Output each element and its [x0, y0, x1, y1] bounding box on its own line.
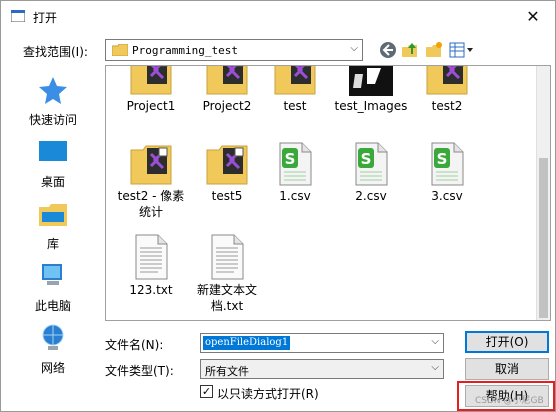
file-item[interactable]: test2 [408, 66, 486, 114]
place-quick-access[interactable]: 快速访问 [1, 71, 105, 133]
places-bar: 快速访问 桌面 库 此电脑 网络 [1, 65, 105, 411]
filename-label: 文件名(N): [105, 338, 164, 352]
file-item[interactable]: Project1 [112, 66, 190, 114]
star-icon [39, 77, 67, 104]
file-item[interactable]: 新建文本文档.txt [188, 234, 266, 314]
folder-icon [112, 44, 128, 56]
place-label: 快速访问 [28, 113, 77, 127]
place-label: 库 [46, 237, 59, 251]
file-name: test [283, 99, 307, 113]
open-button[interactable]: 打开(O) [465, 331, 549, 353]
library-icon [39, 204, 67, 226]
file-name: 3.csv [431, 189, 463, 203]
watermark: CSDN @小尼GB [475, 396, 544, 406]
place-computer[interactable]: 此电脑 [1, 257, 105, 319]
dialog-title: 打开 [33, 11, 58, 25]
vs-project-folder-icon [206, 145, 248, 185]
new-folder-icon[interactable] [425, 41, 443, 59]
file-name: test_Images [334, 99, 408, 113]
file-name: test2 - 像素统计 [117, 189, 185, 219]
file-item[interactable]: S 1.csv [256, 142, 334, 204]
app-icon [11, 10, 25, 22]
vs-project-folder-icon [130, 66, 172, 95]
file-name: 123.txt [129, 283, 173, 297]
place-library[interactable]: 库 [1, 195, 105, 257]
file-item[interactable]: test2 - 像素统计 [112, 142, 190, 220]
file-item[interactable]: test [256, 66, 334, 114]
back-icon[interactable] [379, 41, 397, 59]
place-label: 网络 [40, 361, 65, 375]
place-desktop[interactable]: 桌面 [1, 133, 105, 195]
lookin-value: Programming_test [132, 44, 238, 57]
view-menu-icon[interactable] [449, 41, 475, 59]
place-network[interactable]: 网络 [1, 319, 105, 381]
readonly-checkbox[interactable]: ✓ [200, 385, 213, 398]
chevron-down-icon[interactable]: ⌵ [431, 336, 439, 347]
image-folder-icon [349, 66, 393, 96]
file-item[interactable]: Project2 [188, 66, 266, 114]
csv-file-icon: S [355, 142, 388, 186]
file-item[interactable]: 123.txt [112, 234, 190, 298]
scrollbar-thumb[interactable] [539, 158, 548, 318]
filename-input[interactable]: openFileDialog1 ⌵ [200, 333, 444, 353]
filetype-select[interactable]: 所有文件 ⌵ [200, 359, 444, 379]
close-button[interactable]: ✕ [521, 5, 545, 29]
svg-text:S: S [285, 150, 296, 168]
text-file-icon [135, 234, 168, 280]
svg-text:S: S [361, 150, 372, 168]
csv-file-icon: S [279, 142, 312, 186]
csv-file-icon: S [431, 142, 464, 186]
file-item[interactable]: test5 [188, 142, 266, 204]
svg-text:S: S [437, 150, 448, 168]
chevron-down-icon: ⌵ [350, 43, 358, 54]
file-name: Project2 [202, 99, 252, 113]
text-file-icon [211, 234, 244, 280]
place-label: 桌面 [40, 175, 65, 189]
desktop-icon [39, 141, 67, 161]
file-item[interactable]: S 2.csv [332, 142, 410, 204]
vs-project-folder-icon [426, 66, 468, 95]
up-folder-icon[interactable] [401, 41, 419, 59]
vs-project-folder-icon [274, 66, 316, 95]
file-name: test2 [431, 99, 463, 113]
cancel-button[interactable]: 取消 [465, 358, 549, 380]
chevron-down-icon: ⌵ [431, 362, 439, 373]
lookin-label: 查找范围(I): [23, 45, 88, 59]
readonly-label[interactable]: 以只读方式打开(R) [217, 385, 319, 402]
file-name: 2.csv [355, 189, 387, 203]
filetype-value: 所有文件 [205, 365, 249, 378]
network-icon [42, 324, 64, 350]
place-label: 此电脑 [34, 299, 71, 313]
vs-project-folder-icon [206, 66, 248, 95]
filename-value: openFileDialog1 [203, 336, 291, 350]
computer-icon [42, 264, 62, 285]
file-name: 新建文本文档.txt [196, 283, 257, 313]
file-name: Project1 [126, 99, 176, 113]
lookin-combo[interactable]: Programming_test ⌵ [105, 39, 363, 61]
file-item[interactable]: S 3.csv [408, 142, 486, 204]
open-file-dialog: 打开 ✕ 查找范围(I): Programming_test ⌵ 快速访问 桌面… [0, 0, 556, 412]
file-item[interactable]: test_Images [332, 66, 410, 114]
filetype-label: 文件类型(T): [105, 364, 174, 378]
file-list[interactable]: Project1 Project2 test test_Images test2 test… [105, 65, 551, 321]
vs-project-folder-icon [130, 145, 172, 185]
file-name: test5 [211, 189, 243, 203]
vertical-scrollbar[interactable] [536, 66, 550, 320]
file-name: 1.csv [279, 189, 311, 203]
title-bar: 打开 ✕ [1, 1, 555, 33]
